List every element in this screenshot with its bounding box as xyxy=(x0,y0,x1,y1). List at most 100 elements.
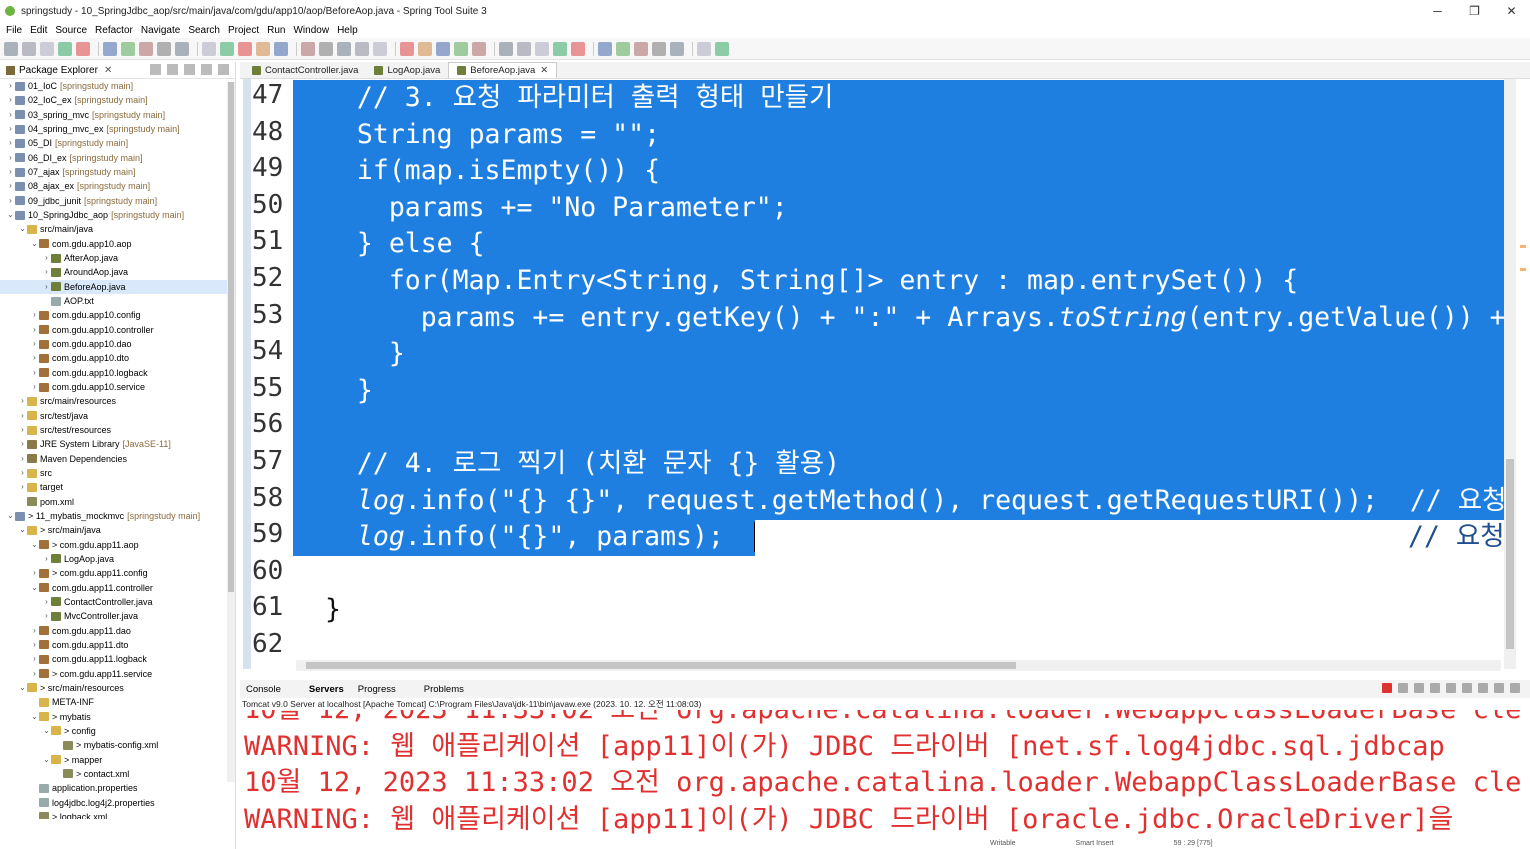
twisty-icon[interactable]: › xyxy=(6,136,15,150)
tree-item[interactable]: ⌄ > 11_mybatis_mockmvc [springstudy main] xyxy=(0,509,235,523)
editor-vertical-scrollbar[interactable] xyxy=(1504,79,1516,669)
twisty-icon[interactable]: › xyxy=(18,409,27,423)
tree-item[interactable]: › > com.gdu.app11.service xyxy=(0,666,235,680)
close-icon[interactable]: ✕ xyxy=(540,65,548,76)
editor-horizontal-scrollbar[interactable] xyxy=(296,660,1501,671)
menu-item-file[interactable]: File xyxy=(6,25,22,36)
tree-item[interactable]: › Maven Dependencies xyxy=(0,452,235,466)
twisty-icon[interactable]: › xyxy=(30,366,39,380)
code-line[interactable]: if(map.isEmpty()) { xyxy=(325,153,660,190)
toolbar-button-icon[interactable] xyxy=(202,41,216,56)
tree-item[interactable]: › src/test/resources xyxy=(0,423,235,437)
editor-tab[interactable]: ContactController.java xyxy=(244,62,366,78)
toolbar-button-icon[interactable] xyxy=(652,41,666,56)
tree-item[interactable]: › AfterAop.java xyxy=(0,251,235,265)
editor-tab[interactable]: LogAop.java xyxy=(366,62,448,78)
tree-item[interactable]: > logback.xml xyxy=(0,810,235,819)
tree-item[interactable]: ⌄ com.gdu.app10.aop xyxy=(0,237,235,251)
tree-item[interactable]: › 01_IoC [springstudy main] xyxy=(0,79,235,93)
twisty-icon[interactable]: › xyxy=(30,323,39,337)
tree-item[interactable]: ⌄ > src/main/resources xyxy=(0,681,235,695)
tree-item[interactable]: › 06_DI_ex [springstudy main] xyxy=(0,151,235,165)
close-icon[interactable]: ✕ xyxy=(104,65,112,76)
toolbar-button-icon[interactable] xyxy=(103,41,117,56)
tree-item[interactable]: › com.gdu.app11.logback xyxy=(0,652,235,666)
console-tab-problems[interactable]: Problems xyxy=(424,684,478,695)
twisty-icon[interactable]: ⌄ xyxy=(18,222,27,236)
explorer-scroll-thumb[interactable] xyxy=(228,82,234,592)
tree-item[interactable]: › com.gdu.app10.controller xyxy=(0,323,235,337)
tree-item[interactable]: › 07_ajax [springstudy main] xyxy=(0,165,235,179)
twisty-icon[interactable]: › xyxy=(30,638,39,652)
toolbar-button-icon[interactable] xyxy=(598,41,612,56)
scroll-lock-icon[interactable] xyxy=(1430,683,1440,693)
twisty-icon[interactable]: › xyxy=(30,380,39,394)
tree-item[interactable]: › com.gdu.app11.dao xyxy=(0,623,235,637)
twisty-icon[interactable]: ⌄ xyxy=(18,523,27,537)
twisty-icon[interactable]: ⌄ xyxy=(30,538,39,552)
toolbar-button-icon[interactable] xyxy=(373,41,387,56)
toolbar-button-icon[interactable] xyxy=(571,41,585,56)
twisty-icon[interactable]: › xyxy=(18,394,27,408)
pin-console-icon[interactable] xyxy=(1446,683,1456,693)
remove-launch-icon[interactable] xyxy=(1398,683,1408,693)
toolbar-button-icon[interactable] xyxy=(418,41,432,56)
toolbar-button-icon[interactable] xyxy=(220,41,234,56)
toolbar-button-icon[interactable] xyxy=(76,41,90,56)
twisty-icon[interactable]: › xyxy=(18,452,27,466)
tree-item[interactable]: > mybatis-config.xml xyxy=(0,738,235,752)
tree-item[interactable]: › ContactController.java xyxy=(0,595,235,609)
clear-console-icon[interactable] xyxy=(1414,683,1424,693)
explorer-scrollbar[interactable] xyxy=(227,82,235,782)
tree-item[interactable]: ⌄ > mapper xyxy=(0,752,235,766)
tree-item[interactable]: › src/main/resources xyxy=(0,394,235,408)
maximize-button[interactable]: ❐ xyxy=(1456,0,1493,22)
toolbar-button-icon[interactable] xyxy=(238,41,252,56)
maximize-icon[interactable] xyxy=(218,64,229,75)
twisty-icon[interactable]: ⌄ xyxy=(30,581,39,595)
code-line[interactable]: params += "No Parameter"; xyxy=(325,190,788,227)
menu-item-refactor[interactable]: Refactor xyxy=(95,25,133,36)
twisty-icon[interactable]: ⌄ xyxy=(30,237,39,251)
twisty-icon[interactable]: › xyxy=(42,251,51,265)
overview-marker[interactable] xyxy=(1520,268,1526,271)
tree-item[interactable]: › 08_ajax_ex [springstudy main] xyxy=(0,179,235,193)
tree-item[interactable]: ⌄ src/main/java xyxy=(0,222,235,236)
console-tab-progress[interactable]: Progress xyxy=(358,684,410,695)
minimize-icon[interactable] xyxy=(1494,683,1504,693)
menu-item-navigate[interactable]: Navigate xyxy=(141,25,180,36)
code-line[interactable]: } else { xyxy=(325,226,485,263)
code-line[interactable]: } xyxy=(325,336,405,373)
tree-item[interactable]: › com.gdu.app10.dto xyxy=(0,351,235,365)
tree-item[interactable]: ⌄ > config xyxy=(0,724,235,738)
console-output[interactable]: 10월 12, 2023 11:33:02 오전 org.apache.cata… xyxy=(240,710,1520,849)
open-console-icon[interactable] xyxy=(1478,683,1488,693)
menu-item-edit[interactable]: Edit xyxy=(30,25,47,36)
menu-item-run[interactable]: Run xyxy=(267,25,285,36)
link-editor-icon[interactable] xyxy=(167,64,178,75)
toolbar-button-icon[interactable] xyxy=(337,41,351,56)
twisty-icon[interactable]: › xyxy=(6,165,15,179)
twisty-icon[interactable]: › xyxy=(30,308,39,322)
twisty-icon[interactable]: › xyxy=(6,194,15,208)
tree-item[interactable]: › LogAop.java xyxy=(0,552,235,566)
twisty-icon[interactable]: ⌄ xyxy=(30,710,39,724)
twisty-icon[interactable]: › xyxy=(30,652,39,666)
package-explorer-title[interactable]: Package Explorer xyxy=(19,65,98,76)
toolbar-button-icon[interactable] xyxy=(121,41,135,56)
tree-item[interactable]: log4jdbc.log4j2.properties xyxy=(0,795,235,809)
tree-item[interactable]: › src/test/java xyxy=(0,409,235,423)
twisty-icon[interactable]: ⌄ xyxy=(6,509,15,523)
overview-marker[interactable] xyxy=(1520,245,1526,248)
tree-item[interactable]: › MvcController.java xyxy=(0,609,235,623)
minimize-button[interactable]: ─ xyxy=(1419,0,1456,22)
twisty-icon[interactable]: › xyxy=(18,480,27,494)
tree-item[interactable]: > contact.xml xyxy=(0,767,235,781)
tree-item[interactable]: › target xyxy=(0,480,235,494)
code-line[interactable]: // 4. 로그 찍기 (치환 문자 {} 활용) xyxy=(325,446,840,483)
tree-item[interactable]: application.properties xyxy=(0,781,235,795)
twisty-icon[interactable]: › xyxy=(18,437,27,451)
twisty-icon[interactable]: › xyxy=(42,552,51,566)
twisty-icon[interactable]: › xyxy=(18,466,27,480)
tree-item[interactable]: ⌄ > mybatis xyxy=(0,709,235,723)
